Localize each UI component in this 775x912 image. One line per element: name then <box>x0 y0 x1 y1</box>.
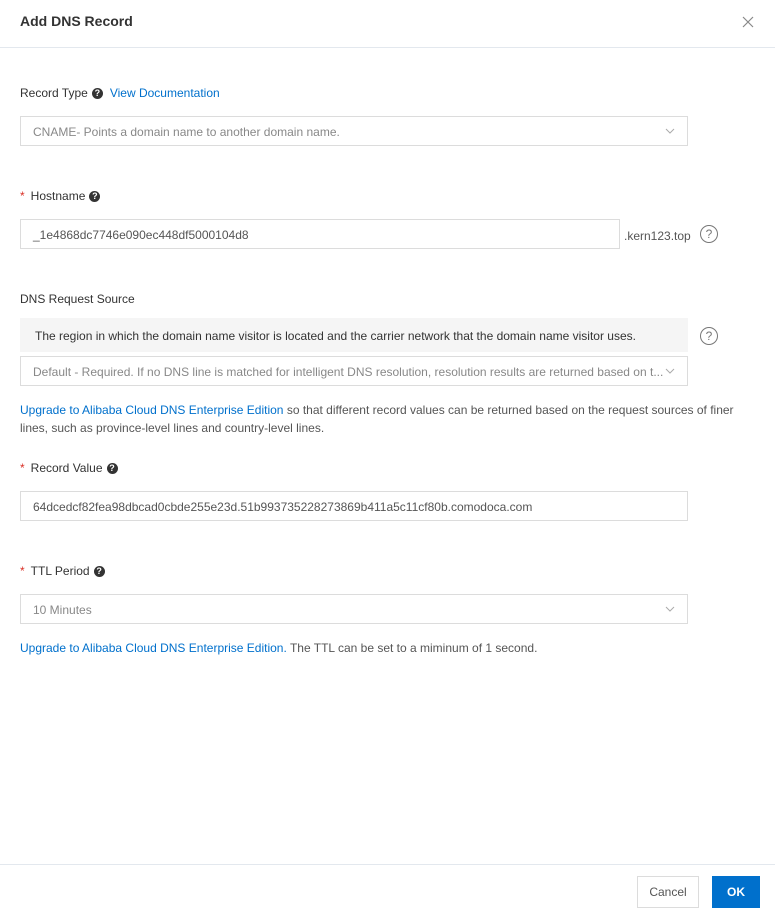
dns-request-source-hint: The region in which the domain name visi… <box>20 318 688 352</box>
record-value-label-row: * Record Value ? <box>20 461 118 475</box>
hostname-value: _1e4868dc7746e090ec448df5000104d8 <box>33 228 249 242</box>
upgrade-enterprise-link[interactable]: Upgrade to Alibaba Cloud DNS Enterprise … <box>20 641 287 655</box>
record-type-selected: CNAME- Points a domain name to another d… <box>33 125 340 139</box>
ttl-upgrade-text: The TTL can be set to a miminum of 1 sec… <box>286 641 538 655</box>
dns-request-source-selected: Default - Required. If no DNS line is ma… <box>33 365 664 379</box>
upgrade-enterprise-link[interactable]: Upgrade to Alibaba Cloud DNS Enterprise … <box>20 403 283 417</box>
close-icon[interactable] <box>740 14 756 30</box>
required-marker: * <box>20 461 25 475</box>
record-value-value: 64dcedcf82fea98dbcad0cbde255e23d.51b9937… <box>33 500 533 514</box>
ttl-selected: 10 Minutes <box>33 603 92 617</box>
ttl-upgrade-note: Upgrade to Alibaba Cloud DNS Enterprise … <box>20 639 537 657</box>
dialog-header: Add DNS Record <box>0 0 775 48</box>
cancel-button[interactable]: Cancel <box>637 876 699 908</box>
required-marker: * <box>20 189 25 203</box>
record-type-label-row: Record Type ? View Documentation <box>20 86 220 100</box>
dns-request-source-label-row: DNS Request Source <box>20 292 135 306</box>
view-documentation-link[interactable]: View Documentation <box>110 86 220 100</box>
ok-button[interactable]: OK <box>712 876 760 908</box>
dns-request-source-label: DNS Request Source <box>20 292 135 306</box>
hostname-suffix: .kern123.top <box>624 229 691 243</box>
footer-divider <box>0 864 775 865</box>
help-icon[interactable]: ? <box>89 190 101 202</box>
record-type-label: Record Type <box>20 86 88 100</box>
hostname-input[interactable]: _1e4868dc7746e090ec448df5000104d8 <box>20 219 620 249</box>
hostname-label-row: * Hostname ? <box>20 189 101 203</box>
help-icon[interactable]: ? <box>93 565 105 577</box>
hostname-label: Hostname <box>30 189 86 203</box>
chevron-down-icon <box>665 606 675 612</box>
dialog-title: Add DNS Record <box>20 13 133 29</box>
ttl-label: TTL Period <box>30 564 90 578</box>
dns-request-source-hint-text: The region in which the domain name visi… <box>35 329 636 343</box>
required-marker: * <box>20 564 25 578</box>
dns-upgrade-note: Upgrade to Alibaba Cloud DNS Enterprise … <box>20 401 750 437</box>
ttl-select[interactable]: 10 Minutes <box>20 594 688 624</box>
record-value-label: Record Value <box>30 461 103 475</box>
ttl-label-row: * TTL Period ? <box>20 564 105 578</box>
record-value-input[interactable]: 64dcedcf82fea98dbcad0cbde255e23d.51b9937… <box>20 491 688 521</box>
dns-request-source-select[interactable]: Default - Required. If no DNS line is ma… <box>20 356 688 386</box>
help-circle-icon[interactable]: ? <box>700 225 718 243</box>
chevron-down-icon <box>665 128 675 134</box>
record-type-select[interactable]: CNAME- Points a domain name to another d… <box>20 116 688 146</box>
help-icon[interactable]: ? <box>106 462 118 474</box>
help-circle-icon[interactable]: ? <box>700 327 718 345</box>
chevron-down-icon <box>665 368 675 374</box>
help-icon[interactable]: ? <box>91 87 103 99</box>
